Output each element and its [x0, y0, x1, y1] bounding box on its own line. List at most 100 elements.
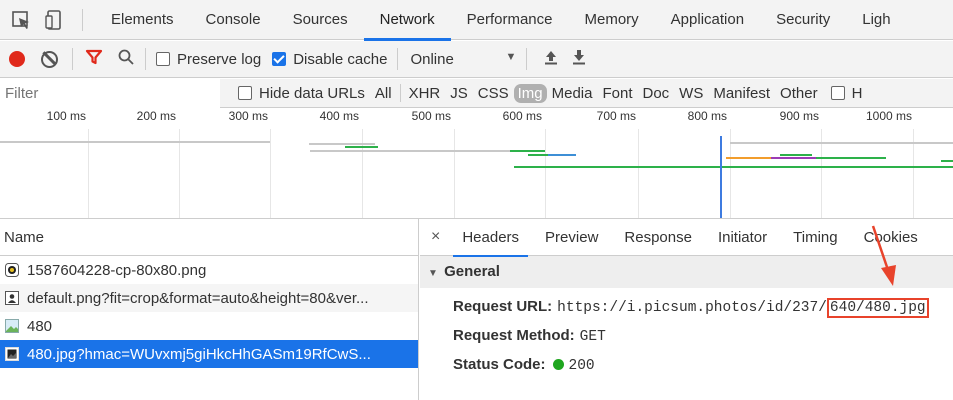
tab-console[interactable]: Console — [190, 0, 277, 40]
request-method-label: Request Method: — [453, 327, 575, 344]
request-bar — [780, 154, 812, 156]
request-bar — [345, 146, 378, 148]
tab-sources[interactable]: Sources — [277, 0, 364, 40]
filter-type-ws[interactable]: WS — [674, 85, 708, 102]
divider — [145, 48, 146, 70]
request-bar — [816, 157, 886, 159]
filter-type-other[interactable]: Other — [775, 85, 823, 102]
filter-type-font[interactable]: Font — [597, 85, 637, 102]
filter-type-media[interactable]: Media — [547, 85, 598, 102]
status-ok-icon — [552, 359, 564, 370]
tab-cookies[interactable]: Cookies — [851, 219, 931, 256]
timeline-tick: 100 ms — [46, 109, 86, 123]
request-bar — [726, 157, 771, 159]
filter-type-all[interactable]: All — [370, 85, 397, 102]
network-overview[interactable]: 100 ms 200 ms 300 ms 400 ms 500 ms 600 m… — [0, 109, 953, 219]
grid-line — [270, 129, 271, 218]
image-file-icon — [5, 347, 19, 361]
filter-funnel-icon[interactable] — [85, 48, 103, 70]
divider — [82, 8, 83, 31]
tab-security[interactable]: Security — [760, 0, 846, 40]
timeline-tick: 400 ms — [319, 109, 359, 123]
request-url-label: Request URL: — [453, 298, 553, 315]
disable-cache-checkbox[interactable] — [272, 52, 287, 66]
filter-type-xhr[interactable]: XHR — [404, 85, 446, 102]
tab-application[interactable]: Application — [655, 0, 760, 40]
request-row-selected[interactable]: 480.jpg?hmac=WUvxmj5giHkcHhGASm19RfCwS..… — [0, 340, 418, 368]
status-code-value: 200 — [568, 358, 595, 374]
request-bar — [309, 143, 375, 145]
filter-bar: Hide data URLs All XHR JS CSS Img Media … — [0, 78, 953, 108]
image-file-icon — [5, 263, 19, 277]
timeline-tick: 300 ms — [228, 109, 268, 123]
dom-content-loaded-marker — [720, 136, 722, 218]
has-blocked-cookies-label: H — [851, 84, 863, 102]
filter-type-manifest[interactable]: Manifest — [708, 85, 775, 102]
divider — [397, 48, 399, 70]
timeline-tick: 600 ms — [502, 109, 542, 123]
network-toolbar: Preserve log Disable cache Online ▼ — [0, 41, 953, 78]
divider — [526, 48, 528, 70]
throttling-select[interactable]: Online ▼ — [410, 51, 522, 68]
tab-headers[interactable]: Headers — [449, 219, 532, 257]
tab-memory[interactable]: Memory — [569, 0, 655, 40]
tab-elements[interactable]: Elements — [95, 0, 190, 40]
request-bar — [514, 166, 953, 168]
filter-type-js[interactable]: JS — [445, 85, 473, 102]
status-code-label: Status Code: — [453, 356, 546, 373]
request-method-row: Request Method: GET — [420, 323, 953, 349]
request-name: 480 — [27, 317, 53, 335]
preserve-log-checkbox[interactable] — [156, 52, 170, 66]
request-name: 1587604228-cp-80x80.png — [27, 261, 207, 279]
divider — [399, 84, 401, 102]
grid-line — [454, 129, 455, 218]
throttling-value: Online — [410, 50, 454, 68]
has-blocked-cookies-checkbox[interactable] — [830, 86, 845, 100]
clear-icon[interactable] — [41, 50, 58, 68]
inspect-element-icon[interactable] — [10, 9, 32, 31]
timeline-tick: 200 ms — [136, 109, 176, 123]
device-toolbar-icon[interactable] — [44, 9, 66, 31]
request-row[interactable]: 1587604228-cp-80x80.png — [0, 256, 418, 284]
request-list: Name 1587604228-cp-80x80.png default.png… — [0, 219, 419, 400]
filter-type-doc[interactable]: Doc — [637, 85, 674, 102]
filter-input[interactable] — [0, 78, 220, 108]
timeline-tick: 900 ms — [779, 109, 819, 123]
request-method-value: GET — [579, 329, 606, 345]
chevron-down-icon: ▼ — [505, 50, 517, 63]
grid-line — [545, 129, 546, 218]
general-section-title: General — [444, 263, 500, 280]
tab-network[interactable]: Network — [363, 0, 451, 41]
filter-type-css[interactable]: CSS — [473, 85, 514, 102]
tab-initiator[interactable]: Initiator — [705, 219, 780, 256]
close-icon[interactable]: × — [420, 228, 449, 246]
request-url-prefix: https://i.picsum.photos/id/237/ — [557, 300, 827, 316]
timeline-tick: 800 ms — [687, 109, 727, 123]
tab-timing[interactable]: Timing — [780, 219, 850, 256]
divider — [72, 48, 73, 70]
tab-response[interactable]: Response — [611, 219, 705, 256]
export-har-icon[interactable] — [572, 49, 586, 70]
request-bar — [510, 150, 545, 152]
general-section-header[interactable]: ▼ General — [420, 256, 953, 288]
url-highlight-box: 640/480.jpg — [826, 298, 929, 318]
filter-type-img[interactable]: Img — [513, 83, 547, 103]
request-name: 480.jpg?hmac=WUvxmj5giHkcHhGASm19RfCwS..… — [27, 345, 371, 363]
tab-performance[interactable]: Performance — [451, 0, 569, 40]
image-thumbnail-icon — [5, 319, 19, 333]
request-bar — [941, 160, 953, 162]
hide-data-urls-checkbox[interactable] — [238, 86, 252, 100]
tab-lighthouse[interactable]: Ligh — [846, 0, 906, 40]
request-bar — [0, 141, 270, 143]
search-icon[interactable] — [117, 48, 135, 70]
request-bar — [730, 142, 953, 144]
name-column-header[interactable]: Name — [0, 219, 418, 256]
import-har-icon[interactable] — [544, 49, 558, 70]
request-details: × Headers Preview Response Initiator Tim… — [420, 219, 953, 400]
tab-preview[interactable]: Preview — [532, 219, 611, 256]
request-row[interactable]: default.png?fit=crop&format=auto&height=… — [0, 284, 418, 312]
devtools-tab-bar: Elements Console Sources Network Perform… — [0, 0, 953, 41]
record-icon[interactable] — [9, 51, 25, 67]
request-row[interactable]: 480 — [0, 312, 418, 340]
status-code-row: Status Code: 200 — [420, 352, 953, 378]
